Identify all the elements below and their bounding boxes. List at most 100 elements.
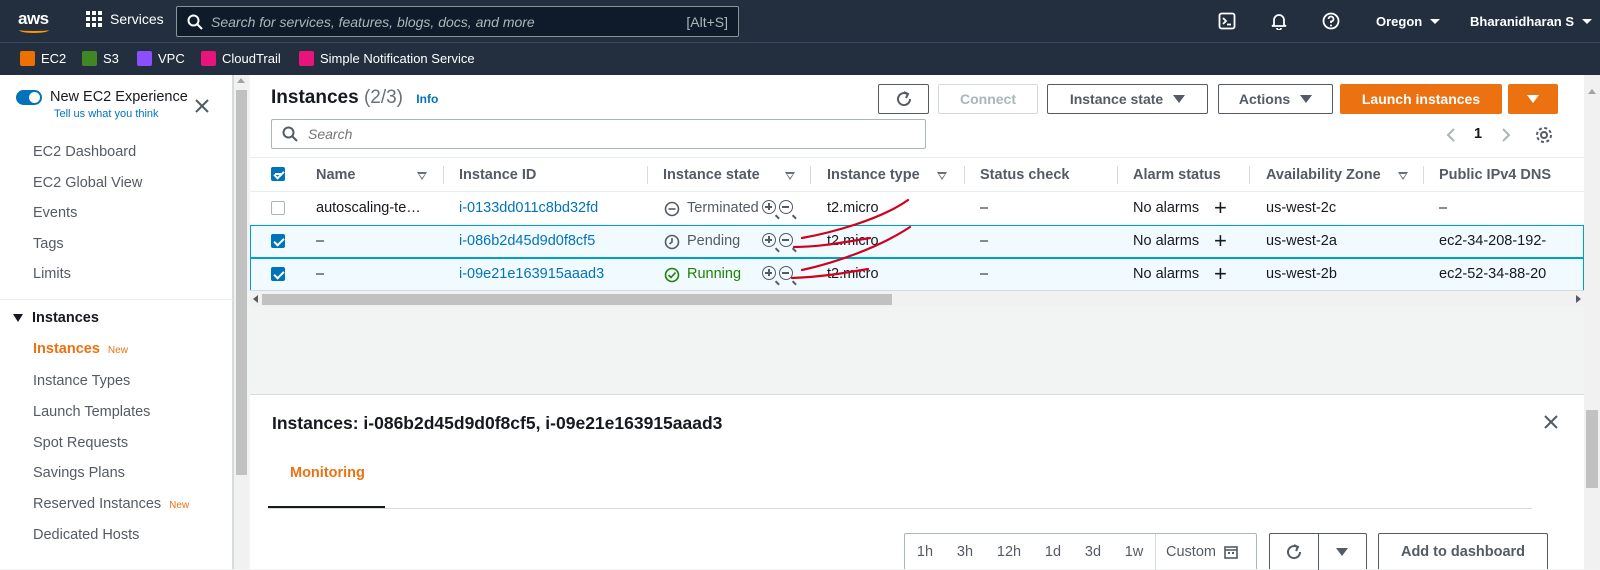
sort-icon[interactable] (785, 172, 795, 180)
column-header-name[interactable]: Name (316, 167, 356, 183)
bookmark-label: Simple Notification Service (320, 51, 475, 66)
column-divider[interactable] (647, 166, 648, 184)
scroll-right-arrow[interactable] (1576, 295, 1581, 303)
bookmark-sns[interactable]: Simple Notification Service (299, 51, 475, 66)
close-icon[interactable] (195, 99, 209, 113)
chevron-right-icon[interactable] (1500, 127, 1512, 143)
table-horizontal-scrollbar[interactable] (250, 290, 1584, 307)
cell-instance-id[interactable]: i-086b2d45d9d0f8cf5 (459, 233, 595, 249)
column-divider[interactable] (1117, 166, 1118, 184)
sidebar-item-tags[interactable]: Tags (33, 236, 64, 252)
refresh-button[interactable] (878, 84, 929, 114)
bookmark-vpc[interactable]: VPC (137, 51, 185, 66)
sort-icon[interactable] (937, 172, 947, 180)
sidebar-item-ec2-global-view[interactable]: EC2 Global View (33, 175, 142, 191)
cell-instance-id[interactable]: i-09e21e163915aaad3 (459, 266, 604, 282)
global-search[interactable]: [Alt+S] (176, 6, 739, 37)
detail-panel-title: Instances: i-086b2d45d9d0f8cf5, i-09e21e… (272, 413, 723, 433)
bookmark-ec2[interactable]: EC2 (20, 51, 66, 66)
scrollbar-thumb[interactable] (236, 90, 247, 475)
zoom-in-icon[interactable] (762, 200, 776, 214)
bookmark-s3[interactable]: S3 (82, 51, 119, 66)
instances-search[interactable] (271, 119, 926, 149)
connect-button[interactable]: Connect (938, 84, 1038, 114)
row-checkbox[interactable] (271, 234, 285, 248)
tab-monitoring[interactable]: Monitoring (290, 465, 365, 481)
zoom-in-icon[interactable] (762, 266, 776, 280)
gear-icon[interactable] (1535, 126, 1553, 144)
column-header-availability-zone[interactable]: Availability Zone (1266, 167, 1381, 183)
sidebar-item-instance-types[interactable]: Instance Types (33, 373, 130, 389)
page-scrollbar[interactable] (1584, 75, 1600, 569)
region-selector[interactable]: Oregon (1376, 0, 1441, 42)
sidebar-item-dedicated-hosts[interactable]: Dedicated Hosts (33, 527, 139, 543)
page-number[interactable]: 1 (1474, 126, 1482, 142)
close-icon[interactable] (1544, 415, 1558, 429)
sidebar-item-savings-plans[interactable]: Savings Plans (33, 465, 125, 481)
feedback-link[interactable]: Tell us what you think (54, 108, 159, 120)
scroll-up-arrow[interactable] (237, 78, 245, 83)
time-range-12h[interactable]: 12h (985, 544, 1033, 560)
cell-instance-id[interactable]: i-0133dd011c8bd32fd (459, 200, 598, 216)
column-header-status-check[interactable]: Status check (980, 167, 1069, 183)
sidebar-item-events[interactable]: Events (33, 205, 77, 221)
add-alarm-icon[interactable]: + (1214, 230, 1227, 252)
column-header-instance-state[interactable]: Instance state (663, 167, 760, 183)
account-menu[interactable]: Bharanidharan S (1470, 0, 1593, 42)
sidebar-item-limits[interactable]: Limits (33, 266, 71, 282)
column-header-alarm-status[interactable]: Alarm status (1133, 167, 1221, 183)
instances-search-input[interactable] (308, 126, 915, 142)
chevron-left-icon[interactable] (1445, 127, 1457, 143)
column-header-instance-id[interactable]: Instance ID (459, 167, 536, 183)
sidebar-section-instances[interactable]: Instances (13, 310, 99, 326)
cloudtrail-icon (201, 51, 216, 66)
sidebar-item-reserved-instances[interactable]: Reserved Instances New (33, 496, 189, 512)
column-divider[interactable] (964, 166, 965, 184)
time-range-custom[interactable]: Custom (1155, 533, 1238, 570)
sidebar-item-spot-requests[interactable]: Spot Requests (33, 435, 128, 451)
sort-icon[interactable] (417, 172, 427, 180)
scroll-left-arrow[interactable] (253, 295, 258, 303)
instance-state-button[interactable]: Instance state (1047, 84, 1208, 114)
time-range-3h[interactable]: 3h (945, 544, 985, 560)
scrollbar-thumb[interactable] (262, 294, 892, 305)
add-to-dashboard-button[interactable]: Add to dashboard (1378, 533, 1548, 569)
help-icon[interactable] (1322, 12, 1340, 30)
monitoring-refresh-button[interactable] (1270, 543, 1318, 561)
column-divider[interactable] (1423, 166, 1424, 184)
add-alarm-icon[interactable]: + (1214, 263, 1227, 285)
notifications-icon[interactable] (1270, 12, 1288, 30)
launch-options-button[interactable] (1508, 84, 1558, 114)
sort-icon[interactable] (1398, 172, 1408, 180)
actions-button[interactable]: Actions (1218, 84, 1333, 114)
time-range-1w[interactable]: 1w (1113, 544, 1155, 560)
sidebar-item-instances[interactable]: Instances New (33, 341, 128, 357)
services-menu[interactable]: Services (86, 11, 164, 27)
bookmark-cloudtrail[interactable]: CloudTrail (201, 51, 281, 66)
time-range-1d[interactable]: 1d (1033, 544, 1073, 560)
select-all-checkbox[interactable] (271, 167, 285, 181)
sidebar-item-launch-templates[interactable]: Launch Templates (33, 404, 150, 420)
column-header-instance-type[interactable]: Instance type (827, 167, 920, 183)
add-alarm-icon[interactable]: + (1214, 197, 1227, 219)
refresh-options-button[interactable] (1317, 533, 1367, 570)
time-range-1h[interactable]: 1h (905, 544, 945, 560)
column-divider[interactable] (810, 166, 811, 184)
launch-instances-button[interactable]: Launch instances (1340, 84, 1502, 114)
zoom-in-icon[interactable] (762, 233, 776, 247)
scroll-up-arrow[interactable] (1588, 89, 1596, 94)
scrollbar-thumb[interactable] (1586, 410, 1598, 488)
new-experience-toggle[interactable] (16, 90, 42, 105)
row-checkbox[interactable] (271, 201, 285, 215)
column-divider[interactable] (1249, 166, 1250, 184)
cloudshell-icon[interactable] (1218, 12, 1236, 30)
aws-logo[interactable]: aws (18, 9, 49, 29)
info-link[interactable]: Info (416, 92, 438, 106)
time-range-3d[interactable]: 3d (1073, 544, 1113, 560)
column-header-public-ipv4-dns[interactable]: Public IPv4 DNS (1439, 167, 1551, 183)
sidebar-item-ec2-dashboard[interactable]: EC2 Dashboard (33, 144, 136, 160)
row-checkbox[interactable] (271, 267, 285, 281)
column-divider[interactable] (443, 166, 444, 184)
sidebar-scrollbar[interactable] (233, 75, 248, 569)
global-search-input[interactable] (211, 13, 687, 30)
